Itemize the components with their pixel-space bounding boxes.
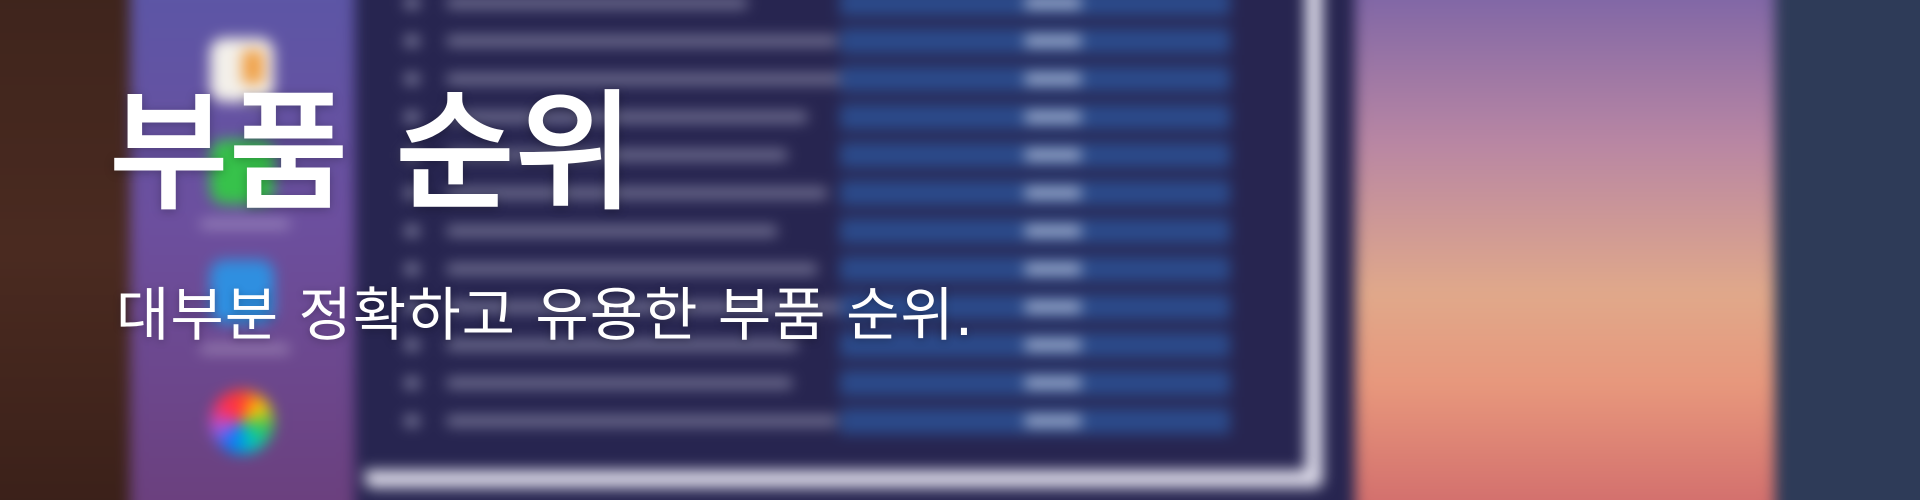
row-value	[1025, 112, 1081, 122]
blurred-background-screenshot	[0, 0, 1920, 500]
background-table-row	[395, 408, 1295, 434]
row-name	[447, 416, 837, 426]
color-wheel-icon	[210, 390, 274, 454]
background-left-edge	[0, 0, 130, 500]
background-table-row	[395, 370, 1295, 396]
hero-banner: 부품 순위 대부분 정확하고 유용한 부품 순위.	[0, 0, 1920, 500]
row-value	[1025, 264, 1081, 274]
row-value	[1025, 150, 1081, 160]
row-name	[447, 36, 837, 46]
background-table-row	[395, 28, 1295, 54]
row-value	[1025, 74, 1081, 84]
row-value	[1025, 188, 1081, 198]
row-value	[1025, 378, 1081, 388]
background-right-edge	[1775, 0, 1920, 500]
row-number	[405, 0, 419, 8]
row-value	[1025, 302, 1081, 312]
row-name	[447, 264, 817, 274]
hero-title: 부품 순위	[110, 79, 636, 228]
row-value	[1025, 226, 1081, 236]
background-table-row	[395, 256, 1295, 282]
background-table-window	[355, 0, 1355, 500]
row-number	[405, 416, 419, 426]
row-name	[447, 378, 792, 388]
background-dock	[130, 0, 355, 500]
row-value	[1025, 340, 1081, 350]
row-value	[1025, 36, 1081, 46]
row-value	[1025, 416, 1081, 426]
background-table-row	[395, 0, 1295, 16]
row-number	[405, 264, 419, 274]
row-value	[1025, 0, 1081, 8]
row-name	[447, 0, 747, 8]
row-number	[405, 378, 419, 388]
hero-subtitle: 대부분 정확하고 유용한 부품 순위.	[116, 281, 975, 349]
row-number	[405, 36, 419, 46]
background-wallpaper	[1355, 0, 1775, 500]
